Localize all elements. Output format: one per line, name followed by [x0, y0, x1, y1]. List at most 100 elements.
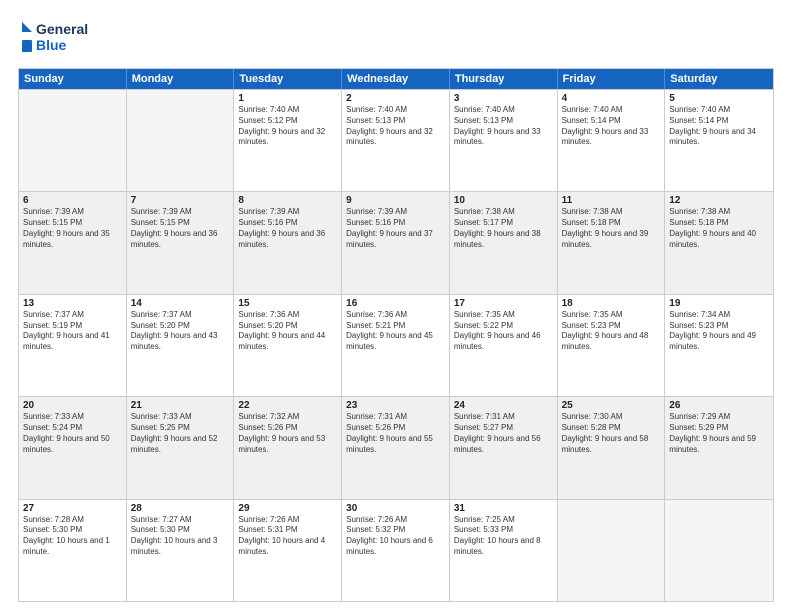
weekday-header: Sunday	[19, 69, 127, 89]
day-number: 1	[238, 93, 337, 104]
calendar-cell: 2Sunrise: 7:40 AM Sunset: 5:13 PM Daylig…	[342, 90, 450, 191]
calendar-cell: 9Sunrise: 7:39 AM Sunset: 5:16 PM Daylig…	[342, 192, 450, 293]
calendar-cell: 27Sunrise: 7:28 AM Sunset: 5:30 PM Dayli…	[19, 500, 127, 601]
day-number: 26	[669, 400, 769, 411]
day-number: 17	[454, 298, 553, 309]
day-number: 21	[131, 400, 230, 411]
calendar-cell: 30Sunrise: 7:26 AM Sunset: 5:32 PM Dayli…	[342, 500, 450, 601]
calendar-cell: 11Sunrise: 7:38 AM Sunset: 5:18 PM Dayli…	[558, 192, 666, 293]
cell-info: Sunrise: 7:33 AM Sunset: 5:24 PM Dayligh…	[23, 412, 122, 455]
calendar-cell: 26Sunrise: 7:29 AM Sunset: 5:29 PM Dayli…	[665, 397, 773, 498]
logo-graphic: General Blue	[18, 18, 108, 60]
day-number: 27	[23, 503, 122, 514]
calendar-cell: 14Sunrise: 7:37 AM Sunset: 5:20 PM Dayli…	[127, 295, 235, 396]
day-number: 2	[346, 93, 445, 104]
calendar-cell: 13Sunrise: 7:37 AM Sunset: 5:19 PM Dayli…	[19, 295, 127, 396]
cell-info: Sunrise: 7:26 AM Sunset: 5:31 PM Dayligh…	[238, 515, 337, 558]
logo: General Blue	[18, 18, 108, 60]
cell-info: Sunrise: 7:40 AM Sunset: 5:13 PM Dayligh…	[346, 105, 445, 148]
cell-info: Sunrise: 7:39 AM Sunset: 5:16 PM Dayligh…	[346, 207, 445, 250]
day-number: 25	[562, 400, 661, 411]
cell-info: Sunrise: 7:40 AM Sunset: 5:14 PM Dayligh…	[669, 105, 769, 148]
day-number: 6	[23, 195, 122, 206]
svg-text:General: General	[36, 21, 88, 37]
calendar-cell: 28Sunrise: 7:27 AM Sunset: 5:30 PM Dayli…	[127, 500, 235, 601]
day-number: 9	[346, 195, 445, 206]
weekday-header: Tuesday	[234, 69, 342, 89]
calendar-row: 6Sunrise: 7:39 AM Sunset: 5:15 PM Daylig…	[19, 191, 773, 293]
day-number: 10	[454, 195, 553, 206]
calendar-cell	[19, 90, 127, 191]
calendar-cell: 21Sunrise: 7:33 AM Sunset: 5:25 PM Dayli…	[127, 397, 235, 498]
cell-info: Sunrise: 7:36 AM Sunset: 5:20 PM Dayligh…	[238, 310, 337, 353]
day-number: 8	[238, 195, 337, 206]
calendar-cell: 29Sunrise: 7:26 AM Sunset: 5:31 PM Dayli…	[234, 500, 342, 601]
cell-info: Sunrise: 7:32 AM Sunset: 5:26 PM Dayligh…	[238, 412, 337, 455]
day-number: 7	[131, 195, 230, 206]
cell-info: Sunrise: 7:36 AM Sunset: 5:21 PM Dayligh…	[346, 310, 445, 353]
weekday-header: Saturday	[665, 69, 773, 89]
weekday-header: Thursday	[450, 69, 558, 89]
cell-info: Sunrise: 7:39 AM Sunset: 5:15 PM Dayligh…	[23, 207, 122, 250]
calendar-cell: 7Sunrise: 7:39 AM Sunset: 5:15 PM Daylig…	[127, 192, 235, 293]
weekday-header: Wednesday	[342, 69, 450, 89]
cell-info: Sunrise: 7:29 AM Sunset: 5:29 PM Dayligh…	[669, 412, 769, 455]
cell-info: Sunrise: 7:37 AM Sunset: 5:20 PM Dayligh…	[131, 310, 230, 353]
cell-info: Sunrise: 7:26 AM Sunset: 5:32 PM Dayligh…	[346, 515, 445, 558]
calendar-cell: 24Sunrise: 7:31 AM Sunset: 5:27 PM Dayli…	[450, 397, 558, 498]
calendar-row: 20Sunrise: 7:33 AM Sunset: 5:24 PM Dayli…	[19, 396, 773, 498]
day-number: 18	[562, 298, 661, 309]
cell-info: Sunrise: 7:38 AM Sunset: 5:18 PM Dayligh…	[562, 207, 661, 250]
cell-info: Sunrise: 7:38 AM Sunset: 5:18 PM Dayligh…	[669, 207, 769, 250]
day-number: 20	[23, 400, 122, 411]
cell-info: Sunrise: 7:37 AM Sunset: 5:19 PM Dayligh…	[23, 310, 122, 353]
day-number: 23	[346, 400, 445, 411]
day-number: 15	[238, 298, 337, 309]
cell-info: Sunrise: 7:40 AM Sunset: 5:14 PM Dayligh…	[562, 105, 661, 148]
calendar-cell: 25Sunrise: 7:30 AM Sunset: 5:28 PM Dayli…	[558, 397, 666, 498]
calendar-cell	[558, 500, 666, 601]
day-number: 3	[454, 93, 553, 104]
day-number: 13	[23, 298, 122, 309]
calendar-cell	[127, 90, 235, 191]
svg-text:Blue: Blue	[36, 37, 67, 53]
weekday-header: Friday	[558, 69, 666, 89]
cell-info: Sunrise: 7:35 AM Sunset: 5:22 PM Dayligh…	[454, 310, 553, 353]
calendar-cell: 22Sunrise: 7:32 AM Sunset: 5:26 PM Dayli…	[234, 397, 342, 498]
cell-info: Sunrise: 7:40 AM Sunset: 5:13 PM Dayligh…	[454, 105, 553, 148]
calendar-row: 1Sunrise: 7:40 AM Sunset: 5:12 PM Daylig…	[19, 89, 773, 191]
day-number: 29	[238, 503, 337, 514]
cell-info: Sunrise: 7:38 AM Sunset: 5:17 PM Dayligh…	[454, 207, 553, 250]
cell-info: Sunrise: 7:33 AM Sunset: 5:25 PM Dayligh…	[131, 412, 230, 455]
calendar-row: 13Sunrise: 7:37 AM Sunset: 5:19 PM Dayli…	[19, 294, 773, 396]
weekday-header: Monday	[127, 69, 235, 89]
cell-info: Sunrise: 7:31 AM Sunset: 5:26 PM Dayligh…	[346, 412, 445, 455]
calendar-cell: 3Sunrise: 7:40 AM Sunset: 5:13 PM Daylig…	[450, 90, 558, 191]
calendar-cell: 12Sunrise: 7:38 AM Sunset: 5:18 PM Dayli…	[665, 192, 773, 293]
calendar-cell: 18Sunrise: 7:35 AM Sunset: 5:23 PM Dayli…	[558, 295, 666, 396]
day-number: 16	[346, 298, 445, 309]
calendar-cell: 1Sunrise: 7:40 AM Sunset: 5:12 PM Daylig…	[234, 90, 342, 191]
calendar-cell: 16Sunrise: 7:36 AM Sunset: 5:21 PM Dayli…	[342, 295, 450, 396]
day-number: 22	[238, 400, 337, 411]
cell-info: Sunrise: 7:27 AM Sunset: 5:30 PM Dayligh…	[131, 515, 230, 558]
cell-info: Sunrise: 7:40 AM Sunset: 5:12 PM Dayligh…	[238, 105, 337, 148]
calendar-cell: 6Sunrise: 7:39 AM Sunset: 5:15 PM Daylig…	[19, 192, 127, 293]
calendar-body: 1Sunrise: 7:40 AM Sunset: 5:12 PM Daylig…	[19, 89, 773, 601]
calendar-cell: 10Sunrise: 7:38 AM Sunset: 5:17 PM Dayli…	[450, 192, 558, 293]
header: General Blue	[18, 18, 774, 60]
cell-info: Sunrise: 7:35 AM Sunset: 5:23 PM Dayligh…	[562, 310, 661, 353]
cell-info: Sunrise: 7:30 AM Sunset: 5:28 PM Dayligh…	[562, 412, 661, 455]
calendar-cell: 19Sunrise: 7:34 AM Sunset: 5:23 PM Dayli…	[665, 295, 773, 396]
cell-info: Sunrise: 7:28 AM Sunset: 5:30 PM Dayligh…	[23, 515, 122, 558]
calendar-cell: 4Sunrise: 7:40 AM Sunset: 5:14 PM Daylig…	[558, 90, 666, 191]
calendar: SundayMondayTuesdayWednesdayThursdayFrid…	[18, 68, 774, 602]
day-number: 5	[669, 93, 769, 104]
calendar-row: 27Sunrise: 7:28 AM Sunset: 5:30 PM Dayli…	[19, 499, 773, 601]
calendar-header: SundayMondayTuesdayWednesdayThursdayFrid…	[19, 69, 773, 89]
cell-info: Sunrise: 7:31 AM Sunset: 5:27 PM Dayligh…	[454, 412, 553, 455]
day-number: 19	[669, 298, 769, 309]
calendar-cell: 20Sunrise: 7:33 AM Sunset: 5:24 PM Dayli…	[19, 397, 127, 498]
cell-info: Sunrise: 7:39 AM Sunset: 5:15 PM Dayligh…	[131, 207, 230, 250]
day-number: 30	[346, 503, 445, 514]
